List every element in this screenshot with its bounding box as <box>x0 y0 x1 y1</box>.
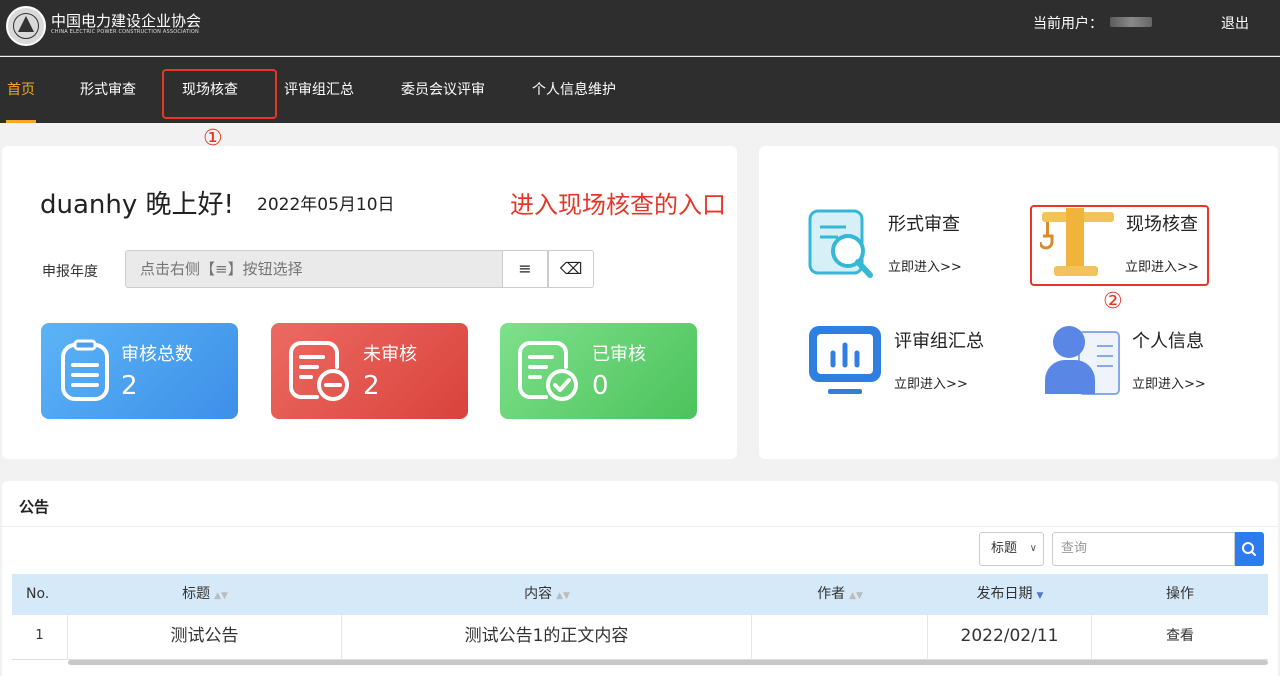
stat-label: 审核总数 <box>121 344 193 365</box>
year-menu-button[interactable]: ≡ <box>502 250 548 288</box>
greeting-text: duanhy 晚上好! <box>40 190 234 220</box>
document-minus-icon <box>289 341 349 401</box>
document-check-icon <box>518 341 578 401</box>
column-header-action: 操作 <box>1166 586 1194 602</box>
table-header: No. 标题 ▲▼ 内容 ▲▼ 作者 ▲▼ 发布日期 ▼ 操作 <box>12 574 1268 615</box>
year-clear-button[interactable]: ⌫ <box>548 250 594 288</box>
quick-link-enter[interactable]: 立即进入>> <box>888 256 962 275</box>
quick-link-title: 评审组汇总 <box>894 331 984 352</box>
sort-icon: ▲▼ <box>214 591 228 601</box>
nav-committee-review[interactable]: 委员会议评审 <box>401 79 485 99</box>
notice-title: 公告 <box>19 498 50 516</box>
org-name-cn: 中国电力建设企业协会 <box>51 12 202 30</box>
quick-link-enter[interactable]: 立即进入>> <box>1132 373 1206 392</box>
blurred-username <box>1110 17 1152 27</box>
nav-formal-review[interactable]: 形式审查 <box>80 79 136 99</box>
sort-icon: ▲▼ <box>556 591 570 601</box>
notice-divider <box>0 526 1278 527</box>
cell-author <box>752 615 928 660</box>
year-label: 申报年度 <box>42 264 98 280</box>
cell-no: 1 <box>12 615 68 660</box>
view-button[interactable]: 查看 <box>1092 615 1268 660</box>
column-header-date[interactable]: 发布日期 ▼ <box>928 574 1092 615</box>
quick-link-title: 个人信息 <box>1132 331 1204 352</box>
cell-content: 测试公告1的正文内容 <box>342 615 752 660</box>
filter-selected-value: 标题 <box>991 541 1018 556</box>
highlight-box-nav <box>162 69 277 119</box>
quick-link-enter[interactable]: 立即进入>> <box>894 373 968 392</box>
quick-links-card <box>759 146 1278 459</box>
annotation-text: 进入现场核查的入口 <box>510 191 726 219</box>
review-doc-icon[interactable] <box>806 207 878 281</box>
stat-value: 0 <box>592 371 609 401</box>
current-user-label: 当前用户： <box>1033 16 1103 32</box>
stat-label: 已审核 <box>592 344 646 365</box>
horizontal-scrollbar[interactable] <box>68 660 1268 665</box>
cell-title: 测试公告 <box>68 615 342 660</box>
cell-date: 2022/02/11 <box>928 615 1092 660</box>
chevron-down-icon: ∨ <box>1029 543 1037 554</box>
logout-button[interactable]: 退出 <box>1221 13 1249 33</box>
stat-reviewed[interactable]: 已审核 0 <box>500 323 697 419</box>
column-header-no[interactable]: No. <box>12 574 68 615</box>
association-logo <box>6 6 46 46</box>
year-input[interactable] <box>125 250 505 288</box>
stat-value: 2 <box>363 371 380 401</box>
stat-label: 未审核 <box>363 344 417 365</box>
nav-group-summary[interactable]: 评审组汇总 <box>284 79 354 99</box>
sort-icon: ▲▼ <box>849 591 863 601</box>
stat-value: 2 <box>121 371 138 401</box>
stat-pending[interactable]: 未审核 2 <box>271 323 468 419</box>
column-header-title[interactable]: 标题 ▲▼ <box>68 574 342 615</box>
nav-personal-info[interactable]: 个人信息维护 <box>532 79 616 99</box>
greeting-date: 2022年05月10日 <box>257 195 395 215</box>
top-header: 中国电力建设企业协会 CHINA ELECTRIC POWER CONSTRUC… <box>0 0 1280 56</box>
nav-active-indicator <box>6 120 36 123</box>
annotation-number-2: ② <box>1103 289 1123 314</box>
highlight-box-site <box>1030 205 1209 286</box>
monitor-chart-icon[interactable] <box>806 323 884 397</box>
sort-desc-icon: ▼ <box>1036 591 1044 601</box>
search-icon <box>1242 542 1256 556</box>
search-button[interactable] <box>1235 532 1264 566</box>
column-header-content[interactable]: 内容 ▲▼ <box>342 574 752 615</box>
column-header-author[interactable]: 作者 ▲▼ <box>752 574 928 615</box>
quick-link-title: 形式审查 <box>888 214 960 235</box>
nav-home[interactable]: 首页 <box>7 79 35 99</box>
org-name-en: CHINA ELECTRIC POWER CONSTRUCTION ASSOCI… <box>51 29 199 35</box>
person-card-icon[interactable] <box>1043 322 1123 398</box>
search-input[interactable]: 查询 <box>1052 532 1235 566</box>
clipboard-icon <box>61 339 109 401</box>
filter-select[interactable]: 标题 ∨ <box>979 532 1044 566</box>
table-row: 1 测试公告 测试公告1的正文内容 2022/02/11 查看 <box>12 615 1268 660</box>
stat-total[interactable]: 审核总数 2 <box>41 323 238 419</box>
